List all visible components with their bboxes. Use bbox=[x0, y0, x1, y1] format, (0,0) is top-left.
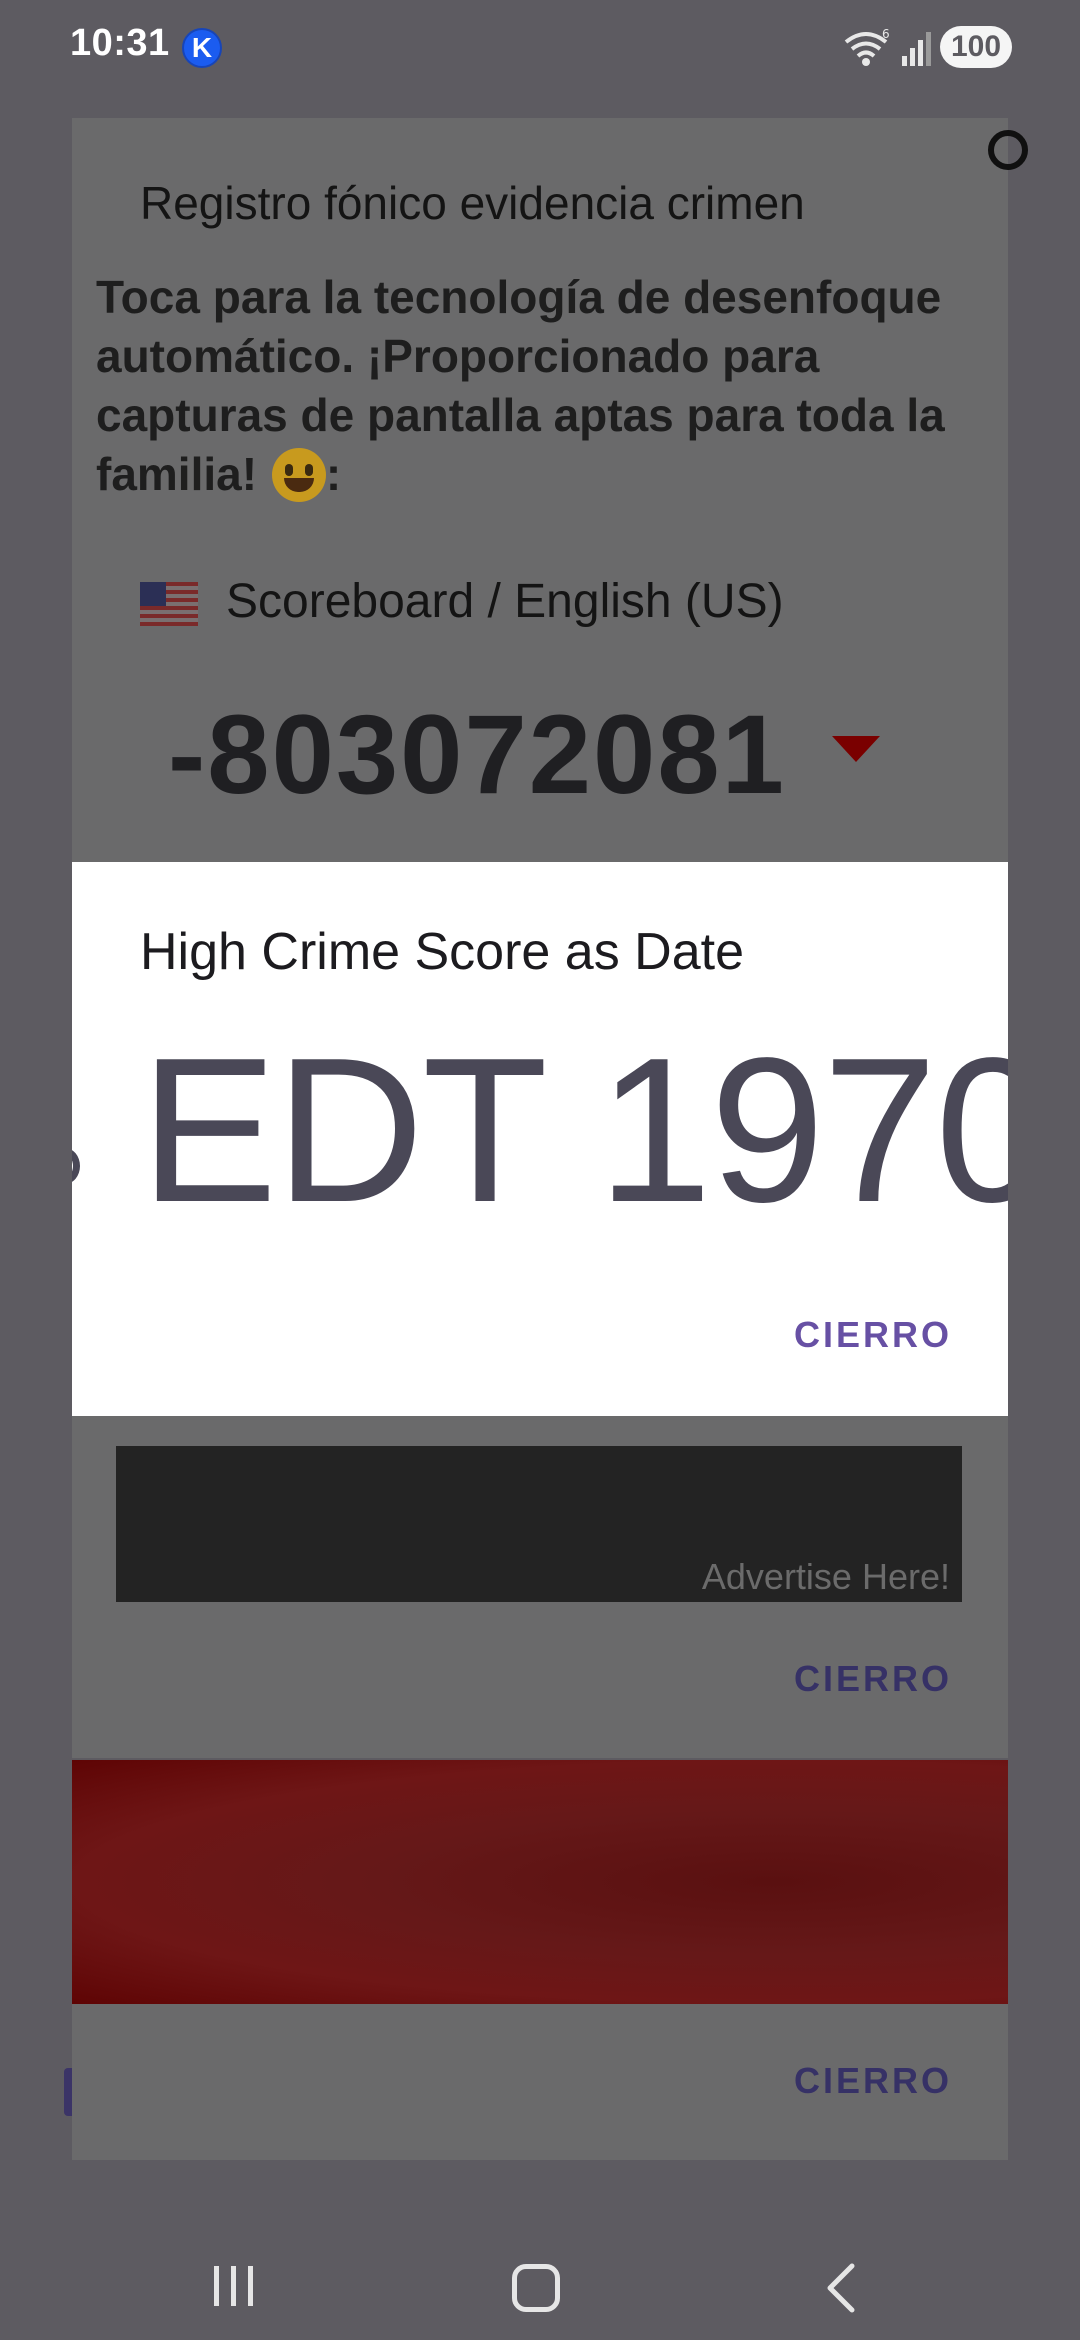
background-card-title: Registro fónico evidencia crimen bbox=[140, 177, 805, 229]
signal-icon bbox=[902, 32, 931, 66]
settings-icon[interactable] bbox=[988, 130, 1028, 170]
score-value[interactable]: -803072081 bbox=[168, 690, 786, 819]
status-bar: 10:31 K 6 100 bbox=[0, 0, 1080, 96]
description-suffix: : bbox=[325, 448, 342, 500]
dialog-date-value: EDT 1970 bbox=[140, 1015, 1008, 1245]
status-time: 10:31 bbox=[70, 22, 170, 64]
grinning-face-icon bbox=[271, 448, 326, 502]
ad-banner[interactable]: Advertise Here! bbox=[116, 1446, 962, 1602]
back-icon[interactable] bbox=[822, 2262, 858, 2314]
background-card-description[interactable]: Toca para la tecnología de desenfoque au… bbox=[96, 268, 996, 504]
us-flag-icon bbox=[140, 582, 198, 626]
wifi-icon: 6 bbox=[844, 28, 890, 66]
clipped-glyph bbox=[72, 1148, 80, 1184]
ad-banner-text: Advertise Here! bbox=[701, 1556, 950, 1597]
crime-score-date-dialog: High Crime Score as Date EDT 1970 CIERRO bbox=[72, 862, 1008, 1416]
bottom-card: CIERRO bbox=[72, 2004, 1008, 2160]
scoreboard-language: Scoreboard / English (US) bbox=[226, 575, 784, 628]
home-icon[interactable] bbox=[512, 2264, 560, 2312]
scoreboard-close-button[interactable]: CIERRO bbox=[794, 1658, 952, 1700]
red-down-arrow-icon bbox=[832, 736, 880, 762]
side-tab bbox=[64, 2068, 72, 2116]
navigation-bar bbox=[0, 2220, 1080, 2340]
red-image-banner bbox=[72, 1760, 1008, 2004]
recents-icon[interactable] bbox=[212, 2264, 256, 2308]
bottom-close-button[interactable]: CIERRO bbox=[794, 2060, 952, 2102]
description-text: Toca para la tecnología de desenfoque au… bbox=[96, 271, 945, 500]
dialog-title: High Crime Score as Date bbox=[140, 923, 744, 981]
app-notification-badge: K bbox=[182, 28, 222, 68]
battery-indicator: 100 bbox=[940, 26, 1012, 68]
wifi-band-label: 6 bbox=[882, 28, 890, 41]
dialog-close-button[interactable]: CIERRO bbox=[794, 1314, 952, 1356]
